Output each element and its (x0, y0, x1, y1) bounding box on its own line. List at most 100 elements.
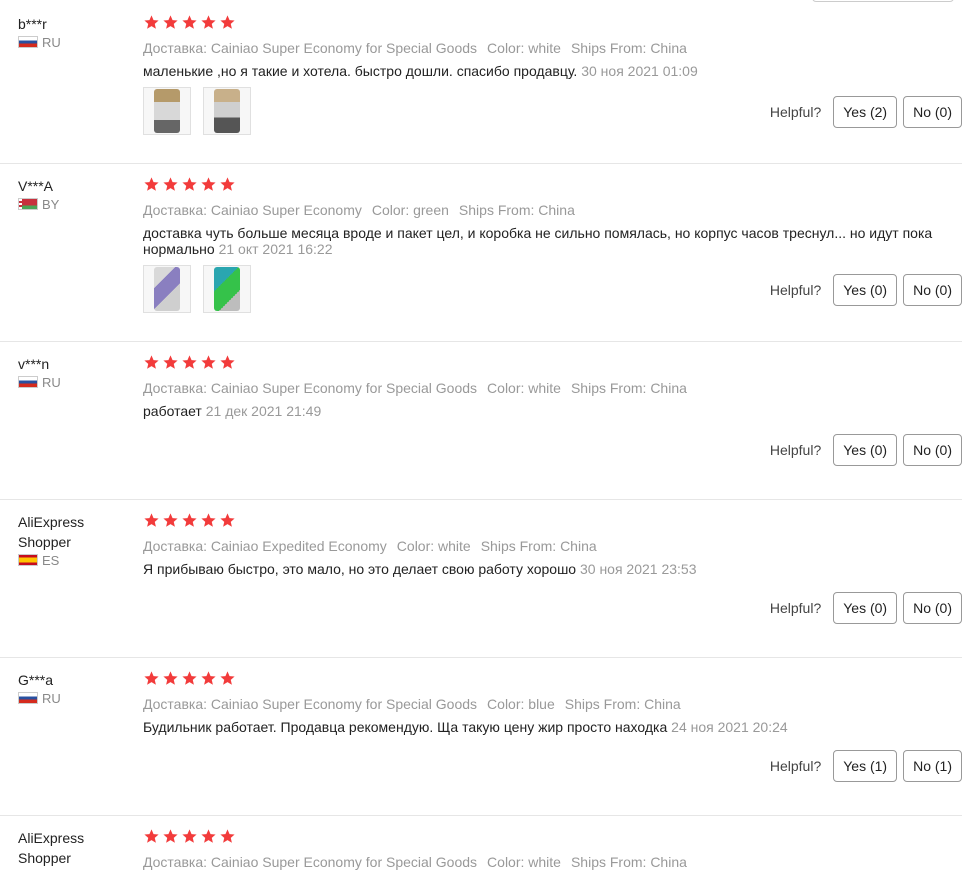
review-meta: Доставка: Cainiao Super Economy for Spec… (143, 694, 962, 714)
product-color: Color: white (396, 538, 471, 554)
star-icon (219, 176, 237, 194)
review-item: AliExpress Shopper Доставка: Cainiao Sup… (0, 828, 962, 888)
vote-no-button[interactable]: No (0) (903, 592, 962, 624)
helpful-label: Helpful? (769, 442, 822, 458)
review-photo[interactable] (203, 87, 251, 135)
helpful-vote: Helpful? Yes (0) No (0) (770, 434, 962, 466)
vote-no-button[interactable]: No (1) (903, 750, 962, 782)
review-date: 21 дек 2021 21:49 (205, 403, 322, 419)
star-icon (162, 670, 180, 688)
review-photo[interactable] (143, 265, 191, 313)
flag-ru-icon (18, 36, 38, 48)
helpful-vote: Helpful? Yes (0) No (0) (770, 592, 962, 624)
star-icon (200, 354, 218, 372)
reviewer: v***n RU (18, 354, 128, 390)
shipping-method: Доставка: Cainiao Super Economy for Spec… (143, 380, 478, 396)
vote-yes-button[interactable]: Yes (1) (833, 750, 898, 782)
review-photo[interactable] (203, 265, 251, 313)
star-icon (200, 828, 218, 846)
reviewer-name: G***a (18, 672, 54, 688)
ships-from: Ships From: China (480, 538, 597, 554)
review-photo[interactable] (143, 87, 191, 135)
reviewer-country: RU (18, 374, 128, 390)
star-icon (143, 828, 161, 846)
star-icon (219, 354, 237, 372)
review-meta: Доставка: Cainiao Expedited Economy Color… (143, 536, 962, 556)
reviewer-name: AliExpress Shopper (18, 830, 85, 866)
reviewer-country: BY (18, 196, 128, 212)
review-item: V***A BY Доставка: Cainiao Super Economy… (0, 176, 962, 342)
reviewer-name: v***n (18, 356, 50, 372)
review-text: работает 21 дек 2021 21:49 (143, 403, 943, 419)
product-color: Color: white (487, 380, 561, 396)
star-rating (143, 828, 962, 846)
review-content: Доставка: Cainiao Super Economy for Spec… (143, 828, 962, 872)
review-text: доставка чуть больше месяца вроде и паке… (143, 225, 943, 257)
vote-no-button[interactable]: No (0) (903, 434, 962, 466)
star-rating (143, 176, 962, 194)
review-item: b***r RU Доставка: Cainiao Super Economy… (0, 14, 962, 164)
star-icon (162, 512, 180, 530)
flag-ru-icon (18, 692, 38, 704)
vote-yes-button[interactable]: Yes (2) (833, 96, 898, 128)
star-icon (219, 670, 237, 688)
country-code: BY (42, 196, 60, 212)
country-code: RU (42, 690, 61, 706)
helpful-label: Helpful? (769, 282, 822, 298)
review-body: работает (143, 403, 202, 419)
review-body: Я прибываю быстро, это мало, но это дела… (143, 561, 577, 577)
star-icon (143, 512, 161, 530)
star-icon (162, 14, 180, 32)
vote-yes-button[interactable]: Yes (0) (833, 592, 898, 624)
review-date: 30 ноя 2021 23:53 (579, 561, 697, 577)
review-date: 30 ноя 2021 01:09 (581, 63, 698, 79)
product-color: Color: green (371, 202, 449, 218)
flag-es-icon (18, 554, 38, 566)
helpful-label: Helpful? (769, 600, 822, 616)
star-icon (181, 670, 199, 688)
star-icon (181, 828, 199, 846)
review-date: 21 окт 2021 16:22 (218, 241, 333, 257)
ships-from: Ships From: China (570, 40, 687, 56)
star-icon (181, 354, 199, 372)
shipping-method: Доставка: Cainiao Expedited Economy (143, 538, 387, 554)
star-icon (181, 14, 199, 32)
reviewer-name: b***r (18, 16, 47, 32)
shipping-method: Доставка: Cainiao Super Economy (143, 202, 362, 218)
flag-by-icon (18, 198, 38, 210)
vote-no-button[interactable]: No (0) (903, 96, 962, 128)
review-item: v***n RU Доставка: Cainiao Super Economy… (0, 354, 962, 500)
vote-yes-button[interactable]: Yes (0) (833, 274, 898, 306)
star-icon (219, 828, 237, 846)
reviewer-country: ES (18, 552, 128, 568)
country-code: ES (42, 552, 60, 568)
vote-no-button[interactable]: No (0) (903, 274, 962, 306)
review-meta: Доставка: Cainiao Super Economy for Spec… (143, 852, 962, 872)
product-color: Color: blue (487, 696, 555, 712)
review-text: маленькие ,но я такие и хотела. быстро д… (143, 63, 943, 79)
reviewer: b***r RU (18, 14, 128, 50)
reviewer: V***A BY (18, 176, 128, 212)
helpful-vote: Helpful? Yes (0) No (0) (770, 274, 962, 306)
review-meta: Доставка: Cainiao Super Economy Color: gr… (143, 200, 962, 220)
reviewer: AliExpress Shopper (18, 828, 128, 868)
ships-from: Ships From: China (570, 380, 687, 396)
helpful-vote: Helpful? Yes (2) No (0) (770, 96, 962, 128)
reviewer: AliExpress Shopper ES (18, 512, 128, 568)
review-body: Будильник работает. Продавца рекомендую.… (143, 719, 668, 735)
vote-yes-button[interactable]: Yes (0) (833, 434, 898, 466)
flag-ru-icon (18, 376, 38, 388)
reviewer-country: RU (18, 34, 128, 50)
product-color: Color: white (487, 40, 561, 56)
previous-button-edge (812, 0, 954, 2)
star-rating (143, 512, 962, 530)
review-body: маленькие ,но я такие и хотела. быстро д… (143, 63, 578, 79)
review-meta: Доставка: Cainiao Super Economy for Spec… (143, 378, 962, 398)
review-date: 24 ноя 2021 20:24 (671, 719, 788, 735)
star-rating (143, 354, 962, 372)
star-icon (219, 512, 237, 530)
star-icon (162, 354, 180, 372)
star-icon (162, 828, 180, 846)
star-icon (181, 176, 199, 194)
product-color: Color: white (487, 854, 561, 870)
